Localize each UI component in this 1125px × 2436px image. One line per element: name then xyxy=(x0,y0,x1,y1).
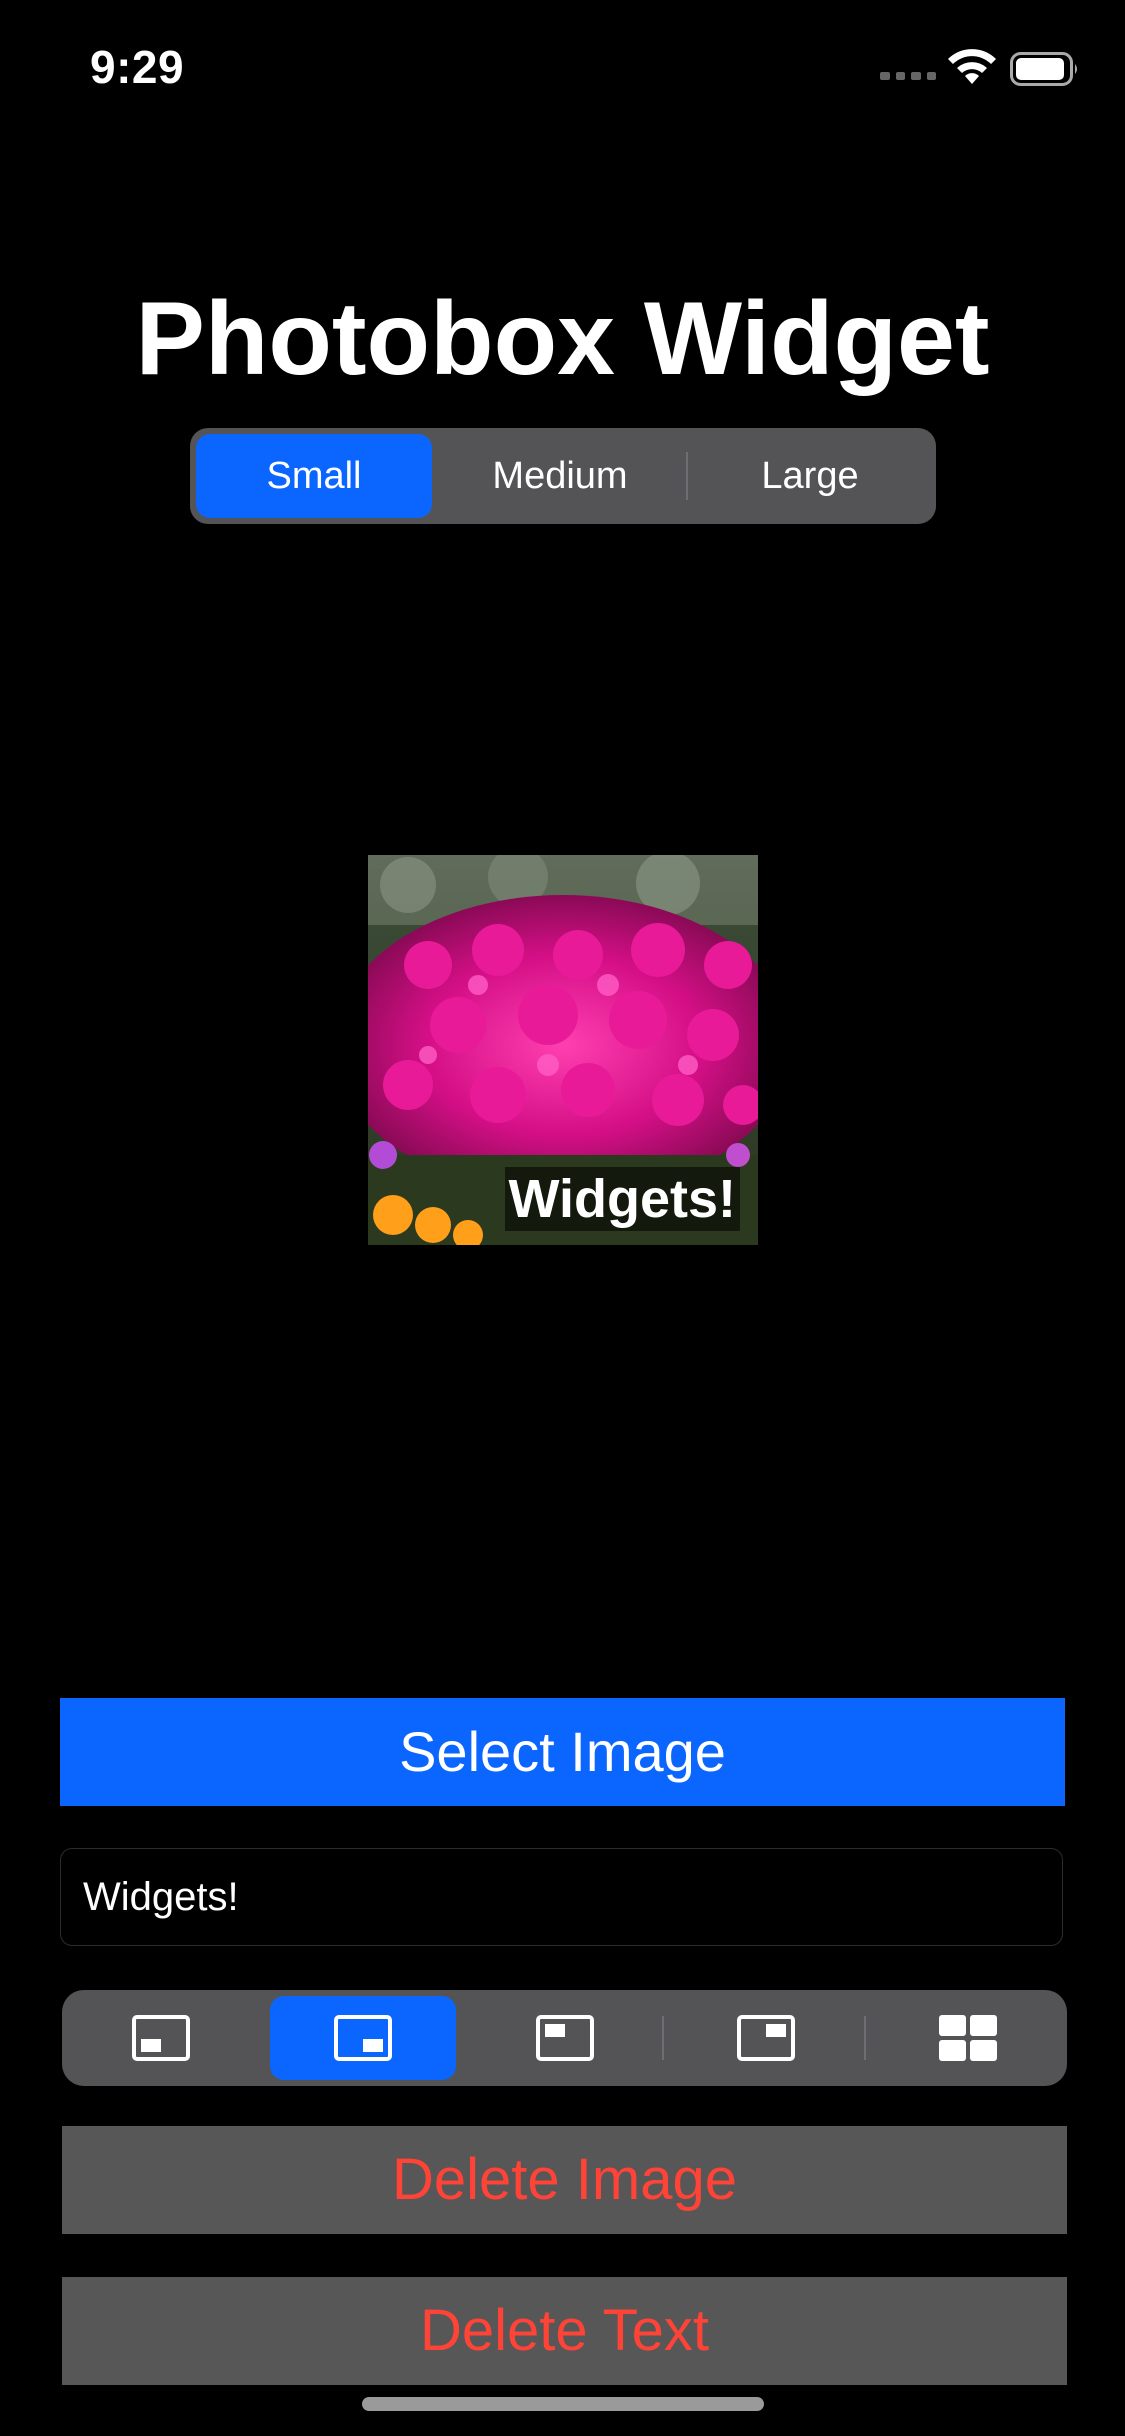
segment-small[interactable]: Small xyxy=(196,434,432,518)
select-image-button[interactable]: Select Image xyxy=(60,1698,1065,1806)
cellular-signal-icon xyxy=(880,72,936,82)
caption-text-field[interactable] xyxy=(60,1848,1063,1946)
layout-option-top-right[interactable] xyxy=(673,1996,859,2080)
battery-icon xyxy=(1010,52,1077,86)
delete-text-button[interactable]: Delete Text xyxy=(62,2277,1067,2385)
segment-divider xyxy=(686,452,688,500)
segment-divider xyxy=(864,2016,866,2060)
widget-preview: Widgets! xyxy=(368,855,758,1245)
layout-option-bottom-left[interactable] xyxy=(68,1996,254,2080)
grid-icon xyxy=(939,2015,997,2061)
layout-option-top-left[interactable] xyxy=(472,1996,658,2080)
top-right-text-icon xyxy=(737,2015,795,2061)
home-indicator[interactable] xyxy=(362,2397,764,2411)
segment-medium[interactable]: Medium xyxy=(442,434,678,518)
text-position-segmented-control xyxy=(62,1990,1067,2086)
status-time: 9:29 xyxy=(90,41,185,93)
top-left-text-icon xyxy=(536,2015,594,2061)
delete-image-button[interactable]: Delete Image xyxy=(62,2126,1067,2234)
preview-caption: Widgets! xyxy=(504,1167,740,1231)
bottom-left-text-icon xyxy=(132,2015,190,2061)
segment-divider xyxy=(662,2016,664,2060)
page-title: Photobox Widget xyxy=(135,281,990,397)
layout-option-bottom-right[interactable] xyxy=(270,1996,456,2080)
layout-option-grid[interactable] xyxy=(875,1996,1061,2080)
widget-size-segmented-control: Small Medium Large xyxy=(190,428,936,524)
bottom-right-text-icon xyxy=(334,2015,392,2061)
wifi-icon xyxy=(948,49,996,84)
segment-large[interactable]: Large xyxy=(692,434,928,518)
